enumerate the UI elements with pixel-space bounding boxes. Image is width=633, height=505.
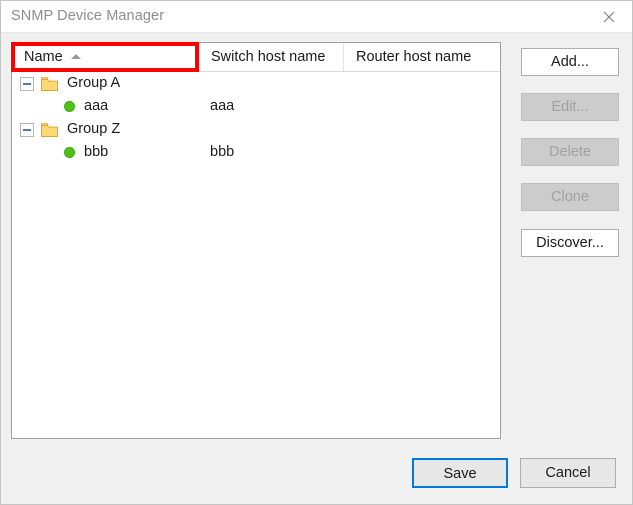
- title-bar: SNMP Device Manager: [1, 1, 632, 33]
- column-header-row: Name Switch host name Router host name: [12, 43, 500, 72]
- table-row[interactable]: aaa aaa: [12, 95, 500, 118]
- discover-button[interactable]: Discover...: [521, 229, 619, 257]
- tree-device-label: bbb: [84, 144, 109, 160]
- row-switch-host-value: bbb: [210, 144, 235, 160]
- table-row[interactable]: bbb bbb: [12, 141, 500, 164]
- snmp-device-manager-window: SNMP Device Manager Name Switch host nam…: [0, 0, 633, 505]
- window-title: SNMP Device Manager: [11, 8, 165, 24]
- delete-button: Delete: [521, 138, 619, 166]
- tree-device-label: aaa: [84, 98, 109, 114]
- table-row[interactable]: Group Z: [12, 118, 500, 141]
- tree-device-cell: aaa: [12, 95, 108, 118]
- folder-icon: [41, 122, 58, 137]
- edit-button: Edit...: [521, 93, 619, 121]
- device-list-panel: Name Switch host name Router host name G…: [11, 42, 501, 439]
- close-icon[interactable]: [586, 1, 632, 32]
- folder-icon: [41, 76, 58, 91]
- collapse-minus-icon[interactable]: [20, 122, 34, 137]
- table-row[interactable]: Group A: [12, 72, 500, 95]
- column-header-name[interactable]: Name: [12, 43, 198, 71]
- tree-group-cell: Group Z: [12, 118, 120, 141]
- tree-group-label: Group Z: [67, 121, 121, 137]
- clone-button: Clone: [521, 183, 619, 211]
- device-tree: Group A aaa aaa Group Z bbb bbb: [12, 72, 500, 164]
- save-button[interactable]: Save: [412, 458, 508, 488]
- status-dot-green-icon: [64, 147, 75, 158]
- collapse-minus-icon[interactable]: [20, 76, 34, 91]
- column-header-name-label: Name: [24, 49, 63, 65]
- tree-group-label: Group A: [67, 75, 121, 91]
- column-header-router-host-name[interactable]: Router host name: [343, 43, 500, 71]
- tree-group-cell: Group A: [12, 72, 120, 95]
- tree-device-cell: bbb: [12, 141, 108, 164]
- sort-ascending-icon: [70, 54, 81, 59]
- cancel-button[interactable]: Cancel: [520, 458, 616, 488]
- status-dot-green-icon: [64, 101, 75, 112]
- column-header-switch-host-name[interactable]: Switch host name: [198, 43, 343, 71]
- add-button[interactable]: Add...: [521, 48, 619, 76]
- row-switch-host-value: aaa: [210, 98, 235, 114]
